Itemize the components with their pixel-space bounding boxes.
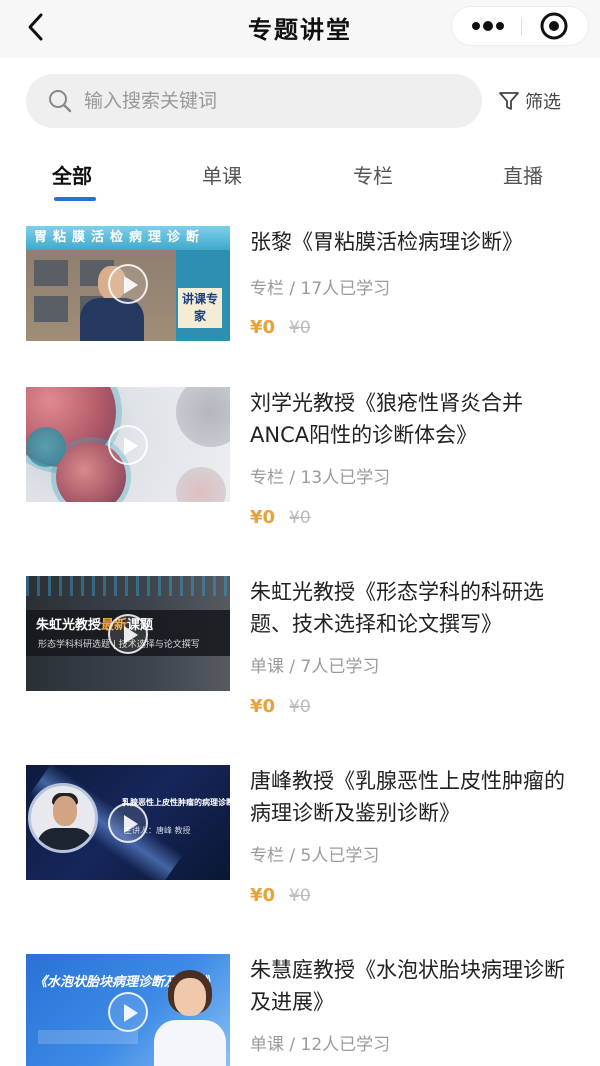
play-icon [108,425,148,465]
play-icon [108,803,148,843]
more-dots-icon [472,21,504,31]
play-icon [108,264,148,304]
active-tab-indicator [54,197,96,201]
course-price: ¥0 [250,696,276,717]
course-thumbnail [26,387,230,502]
close-mini-program-button[interactable] [534,11,574,41]
course-meta: 专栏 / 17人已学习 [250,279,391,299]
thumbnail-title-band: 胃粘膜活检病理诊断 [26,226,230,250]
course-item[interactable]: 刘学光教授《狼疮性肾炎合并ANCA阳性的诊断体会》 专栏 / 13人已学习 ¥0… [0,387,600,528]
course-meta: 专栏 / 13人已学习 [250,468,391,488]
play-icon [108,614,148,654]
nav-bar: 专题讲堂 [0,0,600,58]
lecturer-badge: 讲课专家 [178,288,222,328]
course-item[interactable]: 胃粘膜活检病理诊断 讲课专家 张黎《胃粘膜活检病理诊断》 专栏 / 17人已学习… [0,226,600,341]
lecturer-photo [28,783,98,853]
search-icon [49,90,72,113]
filter-button[interactable]: 筛选 [498,86,561,116]
course-thumbnail: 乳腺恶性上皮性肿瘤的病理诊断及鉴别诊断 主讲人：唐峰 教授 [26,765,230,880]
filter-funnel-icon [499,92,519,110]
course-title: 刘学光教授《狼疮性肾炎合并ANCA阳性的诊断体会》 [250,391,523,447]
play-icon [108,992,148,1032]
course-price: ¥0 [250,317,276,338]
more-button[interactable] [464,7,512,45]
tab-all[interactable]: 全部 [52,160,92,200]
course-thumbnail: 朱虹光教授最新课题 形态学科科研选题 | 技术选择与论文撰写 [26,576,230,691]
lecturer-photo [154,966,226,1066]
course-title: 朱虹光教授《形态学科的科研选题、技术选择和论文撰写》 [250,580,544,636]
filter-label: 筛选 [525,92,561,113]
course-meta: 单课 / 7人已学习 [250,657,380,677]
tab-single-course[interactable]: 单课 [202,160,242,200]
tab-column[interactable]: 专栏 [353,160,393,200]
course-thumbnail: 《水泡状胎块病理诊断及进展》 [26,954,230,1066]
thumbnail-background [26,576,230,596]
course-price: ¥0 [250,507,276,528]
target-close-icon [540,12,568,40]
mini-program-capsule [451,6,589,46]
course-item[interactable]: 乳腺恶性上皮性肿瘤的病理诊断及鉴别诊断 主讲人：唐峰 教授 唐峰教授《乳腺恶性上… [0,765,600,906]
search-bar[interactable] [26,74,482,128]
capsule-divider [521,18,522,36]
course-thumbnail: 胃粘膜活检病理诊断 讲课专家 [26,226,230,341]
course-item[interactable]: 朱虹光教授最新课题 形态学科科研选题 | 技术选择与论文撰写 朱虹光教授《形态学… [0,576,600,717]
course-original-price: ¥0 [289,697,311,717]
thumbnail-time-bar [38,1030,138,1044]
tab-live[interactable]: 直播 [503,160,543,200]
course-item[interactable]: 《水泡状胎块病理诊断及进展》 朱慧庭教授《水泡状胎块病理诊断及进展》 单课 / … [0,954,600,1066]
course-original-price: ¥0 [289,886,311,906]
course-meta: 专栏 / 5人已学习 [250,846,380,866]
course-title: 张黎《胃粘膜活检病理诊断》 [250,230,523,254]
course-title: 朱慧庭教授《水泡状胎块病理诊断及进展》 [250,958,565,1014]
course-price: ¥0 [250,885,276,906]
course-meta: 单课 / 12人已学习 [250,1035,391,1055]
course-original-price: ¥0 [289,318,311,338]
search-input[interactable] [84,74,464,128]
course-original-price: ¥0 [289,508,311,528]
course-title: 唐峰教授《乳腺恶性上皮性肿瘤的病理诊断及鉴别诊断》 [250,769,565,825]
